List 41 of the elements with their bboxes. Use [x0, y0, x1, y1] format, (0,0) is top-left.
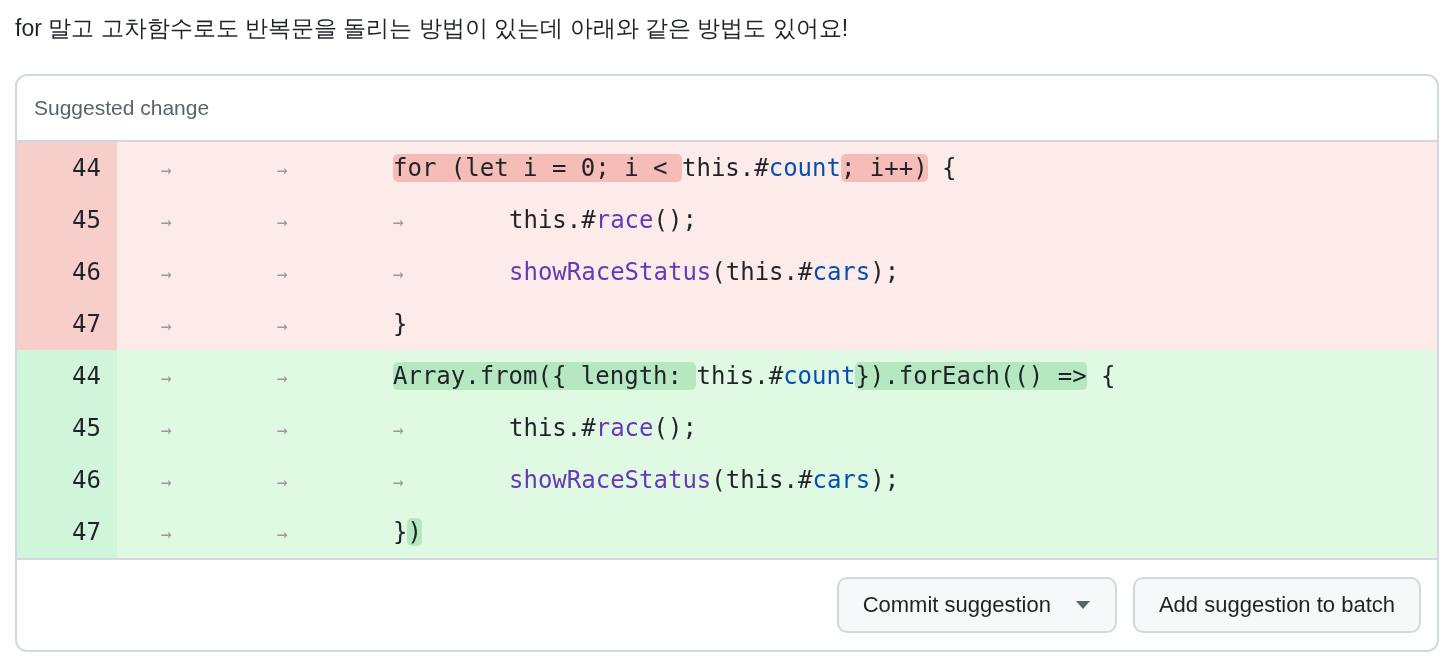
- code-line: }): [393, 518, 422, 546]
- tab-arrow: →: [393, 419, 404, 440]
- action-button[interactable]: Add suggestion to batch: [1132, 577, 1421, 633]
- commit-dropdown-button[interactable]: Commit suggestion: [836, 577, 1117, 633]
- tab-arrow: →: [277, 315, 288, 336]
- tab-arrow: →: [277, 159, 288, 180]
- code-line: showRaceStatus(this.#cars);: [509, 466, 900, 494]
- tab-arrow: →: [277, 367, 288, 388]
- line-number: 44: [17, 142, 117, 194]
- tab-arrow: →: [161, 419, 172, 440]
- suggestion-title: Suggested change: [34, 96, 210, 120]
- line-number: 46: [17, 454, 117, 506]
- code-line: this.#race();: [509, 414, 697, 442]
- code-line: Array.from({ length: this.#count}).forEach(() => {: [393, 362, 1116, 390]
- tab-arrow: →: [161, 211, 172, 232]
- tab-arrow: →: [277, 471, 288, 492]
- tab-arrow: →: [161, 315, 172, 336]
- line-number: 47: [17, 506, 117, 558]
- tab-arrow: →: [161, 523, 172, 544]
- line-number: 45: [17, 194, 117, 246]
- line-number: 44: [17, 350, 117, 402]
- code-line: this.#race();: [509, 206, 697, 234]
- tab-arrow: →: [161, 367, 172, 388]
- caret-icon: [1074, 601, 1091, 609]
- tab-arrow: →: [277, 419, 288, 440]
- tab-arrow: →: [393, 471, 404, 492]
- tab-arrow: →: [277, 523, 288, 544]
- code-line: showRaceStatus(this.#cars);: [509, 258, 900, 286]
- tab-arrow: →: [277, 263, 288, 284]
- line-number: 46: [17, 246, 117, 298]
- code-line: }: [393, 310, 408, 338]
- tab-arrow: →: [161, 159, 172, 180]
- tab-arrow: →: [161, 263, 172, 284]
- line-number: 45: [17, 402, 117, 454]
- code-line: for (let i = 0; i < this.#count; i++) {: [393, 154, 957, 182]
- line-number: 47: [17, 298, 117, 350]
- tab-arrow: →: [161, 471, 172, 492]
- tab-arrow: →: [393, 263, 404, 284]
- tab-arrow: →: [393, 211, 404, 232]
- comment-text: for 말고 고차함수로도 반복문을 돌리는 방법이 있는데 아래와 같은 방법도 있어요!: [15, 14, 850, 43]
- tab-arrow: →: [277, 211, 288, 232]
